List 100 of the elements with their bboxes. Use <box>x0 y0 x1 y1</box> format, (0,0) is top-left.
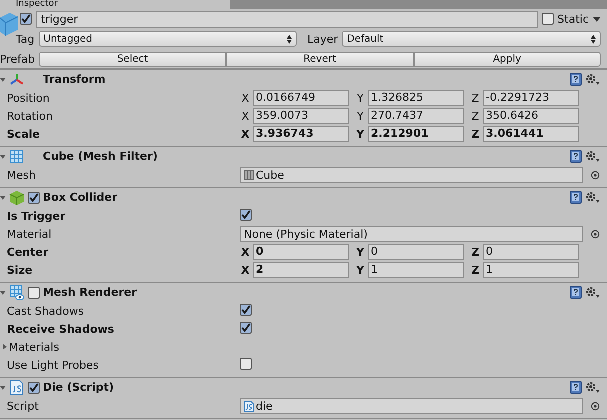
number-field[interactable]: 3.061441 <box>483 126 579 142</box>
layer-label: Layer <box>307 32 338 46</box>
axis-label[interactable]: Z <box>470 246 481 258</box>
help-book-icon[interactable] <box>570 381 582 394</box>
prefab-button[interactable]: Select <box>39 52 226 66</box>
enable-checkbox[interactable] <box>28 382 40 394</box>
property-label: Use Light Probes <box>6 358 99 372</box>
axis-label[interactable]: X <box>240 264 251 276</box>
property-label: Position <box>6 92 50 104</box>
number-field[interactable]: 1.326825 <box>368 90 464 106</box>
property-label: Size <box>6 264 33 276</box>
number-field[interactable]: -0.2291723 <box>483 90 579 106</box>
property-label: Mesh <box>6 168 36 182</box>
name-field[interactable]: trigger <box>36 10 538 28</box>
property-label: Cast Shadows <box>6 304 84 318</box>
caret-icon[interactable] <box>593 16 601 22</box>
foldout-arrow-icon[interactable] <box>0 384 6 390</box>
active-checkbox[interactable] <box>20 13 32 25</box>
object-field[interactable]: Cube <box>240 167 583 183</box>
prefab-button[interactable]: Revert <box>226 52 414 66</box>
component-title: Mesh Renderer <box>43 286 138 299</box>
enable-checkbox[interactable] <box>28 192 40 204</box>
stepper-icon <box>287 34 292 44</box>
property-label: Rotation <box>6 110 54 122</box>
foldout-arrow-icon[interactable] <box>0 290 6 296</box>
prefab-button[interactable]: Apply <box>414 52 601 66</box>
axis-label[interactable]: Y <box>355 128 366 140</box>
property-label: Is Trigger <box>6 210 66 222</box>
number-field[interactable]: 2 <box>253 262 349 278</box>
number-field[interactable]: 0 <box>253 244 349 260</box>
axis-label[interactable]: X <box>240 110 251 122</box>
property-label: Center <box>6 246 49 258</box>
number-field[interactable]: 0 <box>368 244 464 260</box>
axis-label[interactable]: Z <box>470 110 481 122</box>
grid-icon <box>9 148 25 164</box>
checkbox[interactable] <box>240 304 252 316</box>
number-field[interactable]: 2.212901 <box>368 126 464 142</box>
number-field[interactable]: 3.936743 <box>253 126 349 142</box>
number-field[interactable]: 0 <box>483 244 579 260</box>
axis-label[interactable]: Y <box>355 92 366 104</box>
property-label: Receive Shadows <box>6 322 114 336</box>
number-field[interactable]: 1 <box>483 262 579 278</box>
help-book-icon[interactable] <box>570 150 582 163</box>
help-book-icon[interactable] <box>570 191 582 204</box>
tag-dropdown[interactable]: Untagged <box>38 31 298 47</box>
component-title: Cube (Mesh Filter) <box>43 150 158 163</box>
grid-icon <box>244 170 254 180</box>
component-title: Die (Script) <box>43 381 114 394</box>
component-header[interactable]: Mesh Renderer <box>0 282 607 302</box>
foldout-arrow-icon[interactable] <box>2 344 8 350</box>
axis-label[interactable]: Y <box>355 110 366 122</box>
axis-label[interactable]: X <box>240 92 251 104</box>
number-field[interactable]: 359.0073 <box>253 108 349 124</box>
axis-label[interactable]: X <box>240 128 251 140</box>
axis-label[interactable]: Z <box>470 128 481 140</box>
component-header[interactable]: Die (Script) <box>0 377 607 397</box>
object-field[interactable]: die <box>240 398 583 414</box>
property-label: Material <box>6 228 52 240</box>
component-title: Transform <box>43 73 106 86</box>
number-field[interactable]: 0.0166749 <box>253 90 349 106</box>
static-label: Static <box>558 12 589 26</box>
property-label: Script <box>6 400 39 412</box>
axis-label[interactable]: Z <box>470 92 481 104</box>
number-field[interactable]: 350.6426 <box>483 108 579 124</box>
object-picker-icon[interactable] <box>590 402 600 410</box>
stepper-icon <box>591 34 596 44</box>
checkbox[interactable] <box>240 322 252 334</box>
prefab-label: Prefab <box>0 52 36 66</box>
axis-label[interactable]: Y <box>355 264 366 276</box>
foldout-arrow-icon[interactable] <box>0 154 6 160</box>
component-header[interactable]: Cube (Mesh Filter) <box>0 146 607 166</box>
foldout-arrow-icon[interactable] <box>0 76 6 82</box>
script-file-icon <box>9 380 25 396</box>
number-field[interactable]: 1 <box>368 262 464 278</box>
object-picker-icon[interactable] <box>590 230 600 238</box>
layer-dropdown[interactable]: Default <box>342 31 602 47</box>
object-picker-icon[interactable] <box>590 170 600 180</box>
settings-icon[interactable] <box>585 73 601 86</box>
settings-icon[interactable] <box>585 286 601 299</box>
axis-label[interactable]: Y <box>355 246 366 258</box>
enable-checkbox[interactable] <box>28 286 40 298</box>
axis-label[interactable]: Z <box>470 264 481 276</box>
component-title: Box Collider <box>43 191 118 204</box>
static-checkbox[interactable] <box>542 13 554 25</box>
component-header[interactable]: Transform <box>0 69 607 89</box>
help-book-icon[interactable] <box>570 73 582 86</box>
number-field[interactable]: 270.7437 <box>368 108 464 124</box>
foldout[interactable]: Materials <box>0 340 60 354</box>
property-label: Scale <box>6 128 40 140</box>
axis-label[interactable]: X <box>240 246 251 258</box>
help-book-icon[interactable] <box>570 286 582 299</box>
settings-icon[interactable] <box>585 191 601 204</box>
checkbox[interactable] <box>240 358 252 370</box>
checkbox[interactable] <box>240 209 252 221</box>
settings-icon[interactable] <box>585 150 601 163</box>
object-field[interactable]: None (Physic Material) <box>240 226 583 242</box>
tag-label: Tag <box>16 32 35 46</box>
foldout-arrow-icon[interactable] <box>0 194 6 200</box>
settings-icon[interactable] <box>585 381 601 394</box>
component-header[interactable]: Box Collider <box>0 187 607 207</box>
